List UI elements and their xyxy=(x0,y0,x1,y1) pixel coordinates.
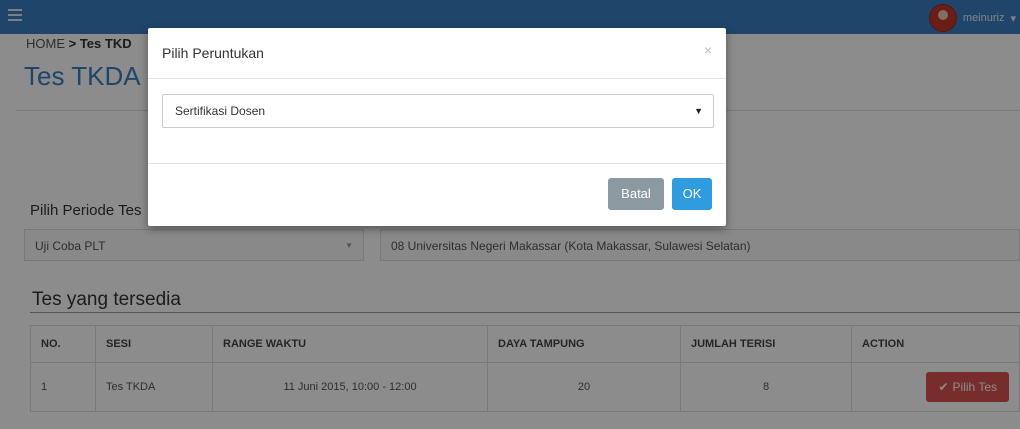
modal-header: Pilih Peruntukan × xyxy=(148,28,726,79)
modal-footer: Batal OK xyxy=(148,163,726,227)
close-icon[interactable]: × xyxy=(704,42,712,58)
chevron-down-icon: ▼ xyxy=(694,106,703,116)
ok-button[interactable]: OK xyxy=(672,178,712,210)
peruntukan-select[interactable]: Sertifikasi Dosen ▼ xyxy=(162,94,714,128)
pilih-peruntukan-modal: Pilih Peruntukan × Sertifikasi Dosen ▼ B… xyxy=(148,28,726,226)
modal-title: Pilih Peruntukan xyxy=(162,45,264,61)
peruntukan-select-value: Sertifikasi Dosen xyxy=(175,104,266,118)
cancel-button[interactable]: Batal xyxy=(608,178,664,210)
